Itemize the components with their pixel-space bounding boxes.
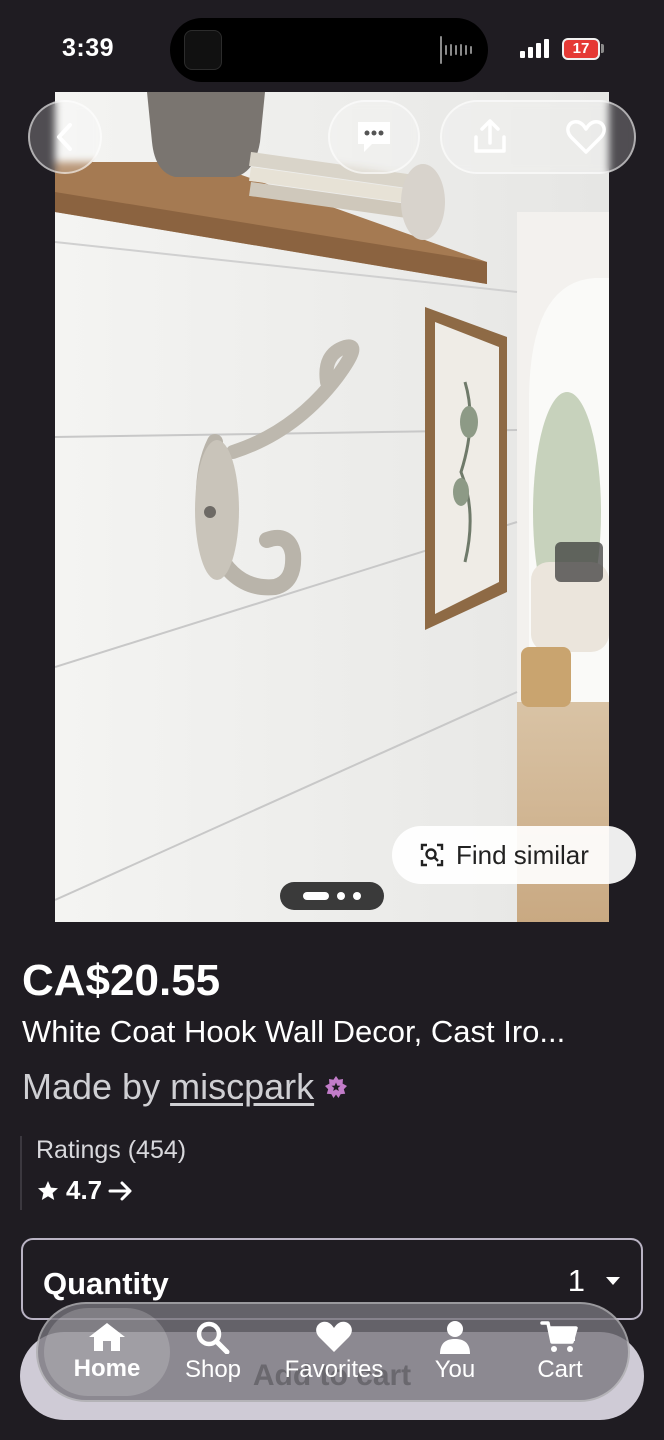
tab-you-label: You (434, 1356, 476, 1383)
tab-shop-label: Shop (184, 1356, 242, 1383)
bottom-tab-bar: Home Shop Favorites You Cart (36, 1302, 630, 1402)
chevron-left-icon (57, 123, 72, 151)
status-time: 3:39 (62, 34, 115, 62)
find-similar-button[interactable]: Find similar (392, 826, 636, 884)
carousel-dot-3[interactable] (353, 892, 361, 900)
product-price: CA$20.55 (22, 956, 221, 1005)
find-similar-label: Find similar (456, 839, 589, 870)
made-by-line: Made by miscpark (22, 1066, 348, 1108)
heart-icon (316, 1321, 352, 1352)
favorite-button[interactable] (538, 102, 634, 172)
product-title[interactable]: White Coat Hook Wall Decor, Cast Iro... (22, 1014, 642, 1050)
quantity-value: 1 (567, 1263, 585, 1298)
message-seller-button[interactable] (328, 100, 420, 174)
share-icon (474, 119, 506, 153)
tab-shop[interactable]: Shop (170, 1308, 256, 1396)
caret-down-icon (606, 1277, 620, 1285)
battery-level: 17 (564, 40, 598, 58)
dynamic-island (170, 18, 488, 82)
tab-cart-label: Cart (537, 1356, 583, 1383)
ratings-summary[interactable]: Ratings (454) 4.7 (20, 1136, 186, 1210)
cellular-signal-icon (520, 38, 549, 58)
tab-home-label: Home (73, 1355, 141, 1382)
tab-home[interactable]: Home (44, 1308, 170, 1396)
heart-outline-icon (566, 119, 606, 154)
rating-score: 4.7 (66, 1175, 103, 1205)
search-icon (196, 1321, 230, 1354)
carousel-dot-2[interactable] (337, 892, 345, 900)
back-button[interactable] (28, 100, 102, 174)
ratings-value-row: 4.7 (36, 1175, 186, 1206)
made-by-prefix: Made by (22, 1066, 161, 1107)
battery-tip (601, 44, 604, 53)
home-icon (89, 1323, 125, 1351)
tab-you[interactable]: You (412, 1308, 498, 1396)
share-favorite-group (440, 100, 636, 174)
star-icon (38, 1180, 58, 1200)
tab-favorites[interactable]: Favorites (256, 1308, 412, 1396)
share-button[interactable] (442, 102, 538, 172)
carousel-dot-1[interactable] (303, 892, 329, 900)
tab-favorites-label: Favorites (284, 1356, 384, 1383)
cart-icon (540, 1321, 578, 1352)
audio-wave-icon (440, 36, 472, 64)
quantity-value-group: 1 (567, 1263, 621, 1298)
star-seller-badge-icon (325, 1076, 348, 1098)
battery-icon: 17 (562, 38, 600, 60)
tab-cart[interactable]: Cart (498, 1308, 622, 1396)
ratings-label: Ratings (454) (36, 1136, 187, 1164)
chat-bubble-icon (358, 122, 390, 152)
visual-search-icon (420, 843, 444, 867)
product-image[interactable] (55, 92, 609, 922)
person-icon (440, 1321, 470, 1354)
arrow-right-icon (108, 1181, 132, 1200)
live-activity-app-icon (184, 30, 222, 70)
shop-name-link[interactable]: miscpark (170, 1066, 314, 1108)
product-photo (55, 92, 609, 922)
image-carousel-indicator[interactable] (280, 882, 384, 910)
